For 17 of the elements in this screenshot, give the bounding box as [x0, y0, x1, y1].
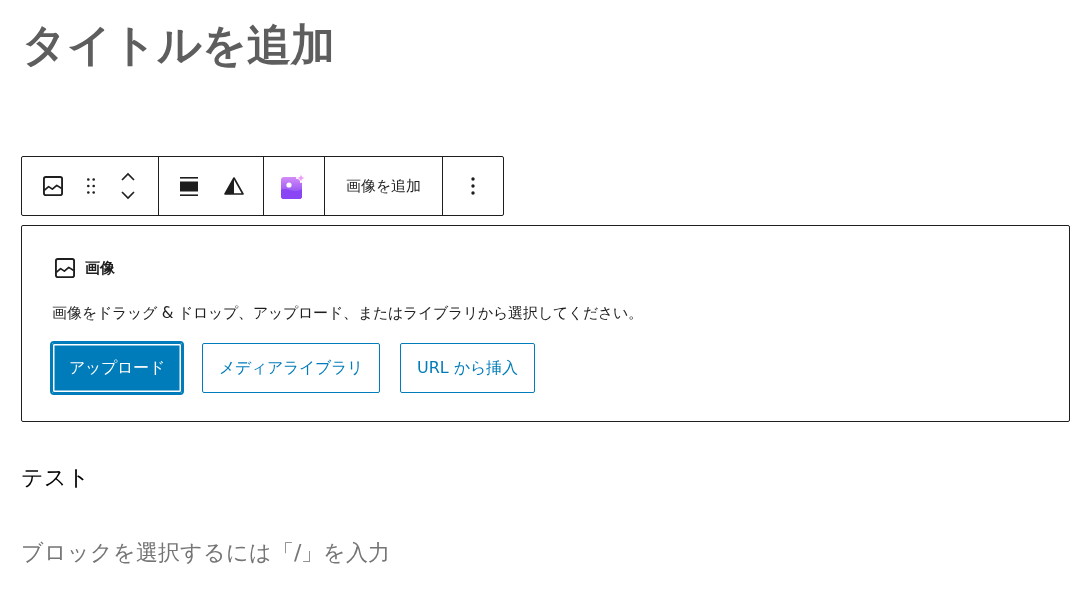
- image-icon: [43, 176, 63, 196]
- secondary-button[interactable]: URL から挿入: [400, 343, 535, 393]
- paragraph-text: テスト: [21, 464, 91, 492]
- move-up-down-icon: [121, 172, 135, 200]
- post-title-field[interactable]: タイトルを追加: [21, 12, 1070, 76]
- image-icon: [55, 258, 75, 278]
- block-appender-field[interactable]: ブロックを選択するには「/」を入力: [21, 536, 721, 569]
- upload-button[interactable]: アップロード: [52, 343, 182, 393]
- half-filled-triangle-icon: [224, 177, 244, 195]
- block-label: 画像: [85, 258, 115, 278]
- sparkle-image-icon: [281, 173, 307, 199]
- add-image-button[interactable]: 画像を追加: [331, 162, 436, 210]
- drag-handle-icon: [87, 178, 95, 194]
- more-options-icon: [471, 177, 475, 195]
- full-width-icon: [180, 176, 198, 196]
- instructions-text: 画像をドラッグ & ドロップ、アップロード、またはライブラリから選択してください。: [52, 303, 645, 324]
- secondary-button[interactable]: メディアライブラリ: [202, 343, 380, 393]
